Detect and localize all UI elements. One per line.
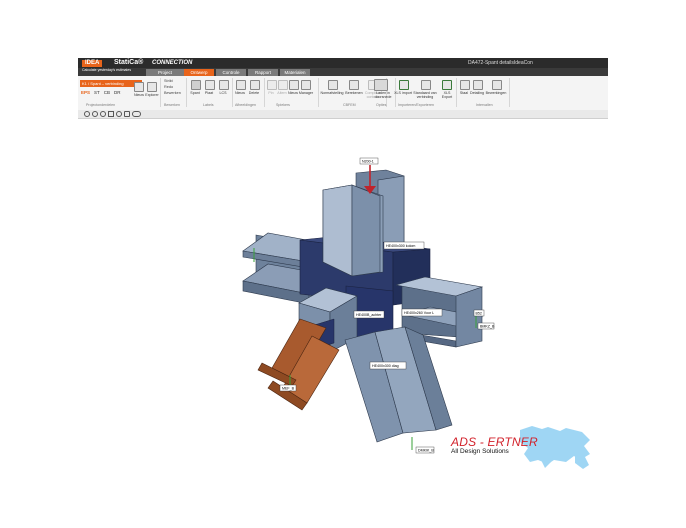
xls-export-button[interactable]: XLS Export — [438, 91, 456, 99]
calculate-icon — [349, 80, 359, 90]
connection-wizard-icon — [421, 80, 431, 90]
app-window: IDEA StatiCa® CONNECTION DA472-Spant det… — [78, 58, 608, 120]
group-label-intervallen: Intervallen — [476, 103, 493, 107]
label-diagonal[interactable]: HE400x300 diag — [369, 361, 407, 370]
group-label-opties: Opties — [376, 103, 387, 107]
label-beam-left[interactable]: HE400B_achter — [353, 310, 385, 319]
option-strikt[interactable]: Strikt — [164, 79, 173, 84]
altern-icon — [278, 80, 288, 90]
tab-controle[interactable]: Controle — [216, 69, 246, 76]
label-load-right-text: BMKZ_B — [480, 325, 495, 329]
nieuw-spieker-icon — [289, 80, 299, 90]
xls-import-icon — [399, 80, 409, 90]
bewerkingen-button[interactable]: Bewerkingen — [484, 91, 508, 95]
connection-selector[interactable]: K1 / Spant – verbinding — [80, 80, 142, 87]
logo-statica: StatiCa® — [114, 59, 144, 66]
fit-all-icon[interactable] — [124, 111, 130, 117]
manager-icon — [301, 80, 311, 90]
label-load-side[interactable]: B52 — [473, 309, 485, 317]
group-label-import-export: Importeren/Exporteren — [398, 103, 434, 107]
pan-icon[interactable] — [108, 111, 114, 117]
label-diagonal-text: HE400x300 diag — [372, 364, 399, 368]
label-load-bottom-text: DMKIK_B — [418, 449, 434, 453]
berekenen-button[interactable]: Berekenen — [344, 91, 364, 95]
label-top-load[interactable]: N200-1 — [359, 157, 379, 165]
rotate-icon[interactable] — [116, 111, 122, 117]
type-dr[interactable]: DR — [114, 90, 121, 95]
brand-subtitle: All Design Solutions — [451, 448, 509, 455]
standaard-verbinding-button[interactable]: Standaard van verbinding — [410, 91, 440, 99]
zoom-fit-icon[interactable] — [100, 111, 106, 117]
explorer-icon — [147, 82, 157, 92]
label-load-right[interactable]: BMKZ_B — [477, 322, 495, 330]
tab-ontwerp[interactable]: Ontwerp — [184, 69, 214, 76]
view-toolbar — [78, 110, 608, 119]
title-bar: IDEA StatiCa® CONNECTION DA472-Spant det… — [78, 58, 608, 68]
group-separator — [160, 78, 161, 107]
group-label-spiekers: Spiekers — [276, 103, 290, 107]
tab-project[interactable]: Project — [146, 69, 184, 76]
bewerkingen-icon — [492, 80, 502, 90]
label-load-bottom[interactable]: DMKIK_B — [415, 446, 434, 454]
label-beam-left-text: HE400B_achter — [356, 313, 382, 317]
pin-icon — [267, 80, 277, 90]
ribbon: K1 / Spant – verbinding EPS ST CB DR Projec… — [78, 76, 608, 111]
staal-icon — [460, 80, 470, 90]
group-label-projectonderdelen: Projectonderdelen — [86, 103, 116, 107]
label-beam-right-text: HE400x260 Voor L — [404, 311, 434, 315]
home-view-icon[interactable] — [84, 111, 90, 117]
diagonal-column[interactable] — [344, 326, 453, 443]
group-label-labels: Labels — [203, 103, 214, 107]
label-load-left-text: MEF_B — [282, 387, 295, 391]
label-load-side-text: B52 — [476, 312, 482, 316]
nieuw-afbeelding-icon — [236, 80, 246, 90]
zoom-icon[interactable] — [92, 111, 98, 117]
type-row: EPS ST CB DR — [81, 90, 125, 95]
delete-icon — [250, 80, 260, 90]
label-column[interactable]: HE400x300 kolom — [383, 241, 425, 250]
label-column-text: HE400x300 kolom — [386, 244, 415, 248]
laden-in-doorsnede-button[interactable]: Laden in doorsnede — [372, 91, 394, 99]
delete-button[interactable]: Delete — [246, 91, 262, 95]
lcs-icon — [219, 80, 229, 90]
tab-rapport[interactable]: Rapport — [248, 69, 278, 76]
tagline: Calculate yesterday's estimates — [82, 68, 132, 72]
type-st[interactable]: ST — [94, 90, 100, 95]
logo-idea: IDEA — [82, 60, 103, 67]
stage: IDEA StatiCa® CONNECTION DA472-Spant det… — [0, 0, 686, 528]
option-redo[interactable]: Redo — [164, 85, 173, 90]
group-separator — [509, 78, 510, 107]
explorer-button[interactable]: Explorer — [143, 93, 161, 97]
type-cb[interactable]: CB — [104, 90, 110, 95]
upper-column-front[interactable] — [322, 184, 384, 277]
label-load-left[interactable]: MEF_B — [279, 384, 297, 392]
xls-export-icon — [442, 80, 452, 90]
type-eps[interactable]: EPS — [81, 90, 90, 95]
spant-icon — [191, 80, 201, 90]
group-label-afbeeldingen: Afbeeldingen — [235, 103, 256, 107]
render-mode-icon[interactable] — [132, 111, 141, 117]
wrench-icon — [328, 80, 338, 90]
tab-bar: Calculate yesterday's estimates Project … — [78, 68, 608, 76]
label-beam-right[interactable]: HE400x260 Voor L — [401, 308, 443, 317]
normafstelling-button[interactable]: Normafstelling — [318, 91, 346, 95]
manager-button[interactable]: Manager — [297, 91, 315, 95]
detailing-icon — [473, 80, 483, 90]
brand-name: ADS - ERTNER — [451, 435, 538, 449]
label-top-load-text: N200-1 — [362, 160, 374, 164]
plaat-icon — [205, 80, 215, 90]
lcs-button[interactable]: LCS — [215, 91, 231, 95]
option-bewerken[interactable]: Bewerken — [164, 91, 181, 96]
window-title: DA472-Spant detailsIdeaCon — [468, 60, 533, 66]
group-label-bewerken: Bewerken — [164, 103, 180, 107]
product-name: CONNECTION — [152, 60, 193, 66]
group-label-cbfem: CBFEM — [343, 103, 356, 107]
load-section-icon — [374, 79, 388, 91]
new-icon — [134, 82, 144, 92]
tab-materialen[interactable]: Materialen — [280, 69, 310, 76]
